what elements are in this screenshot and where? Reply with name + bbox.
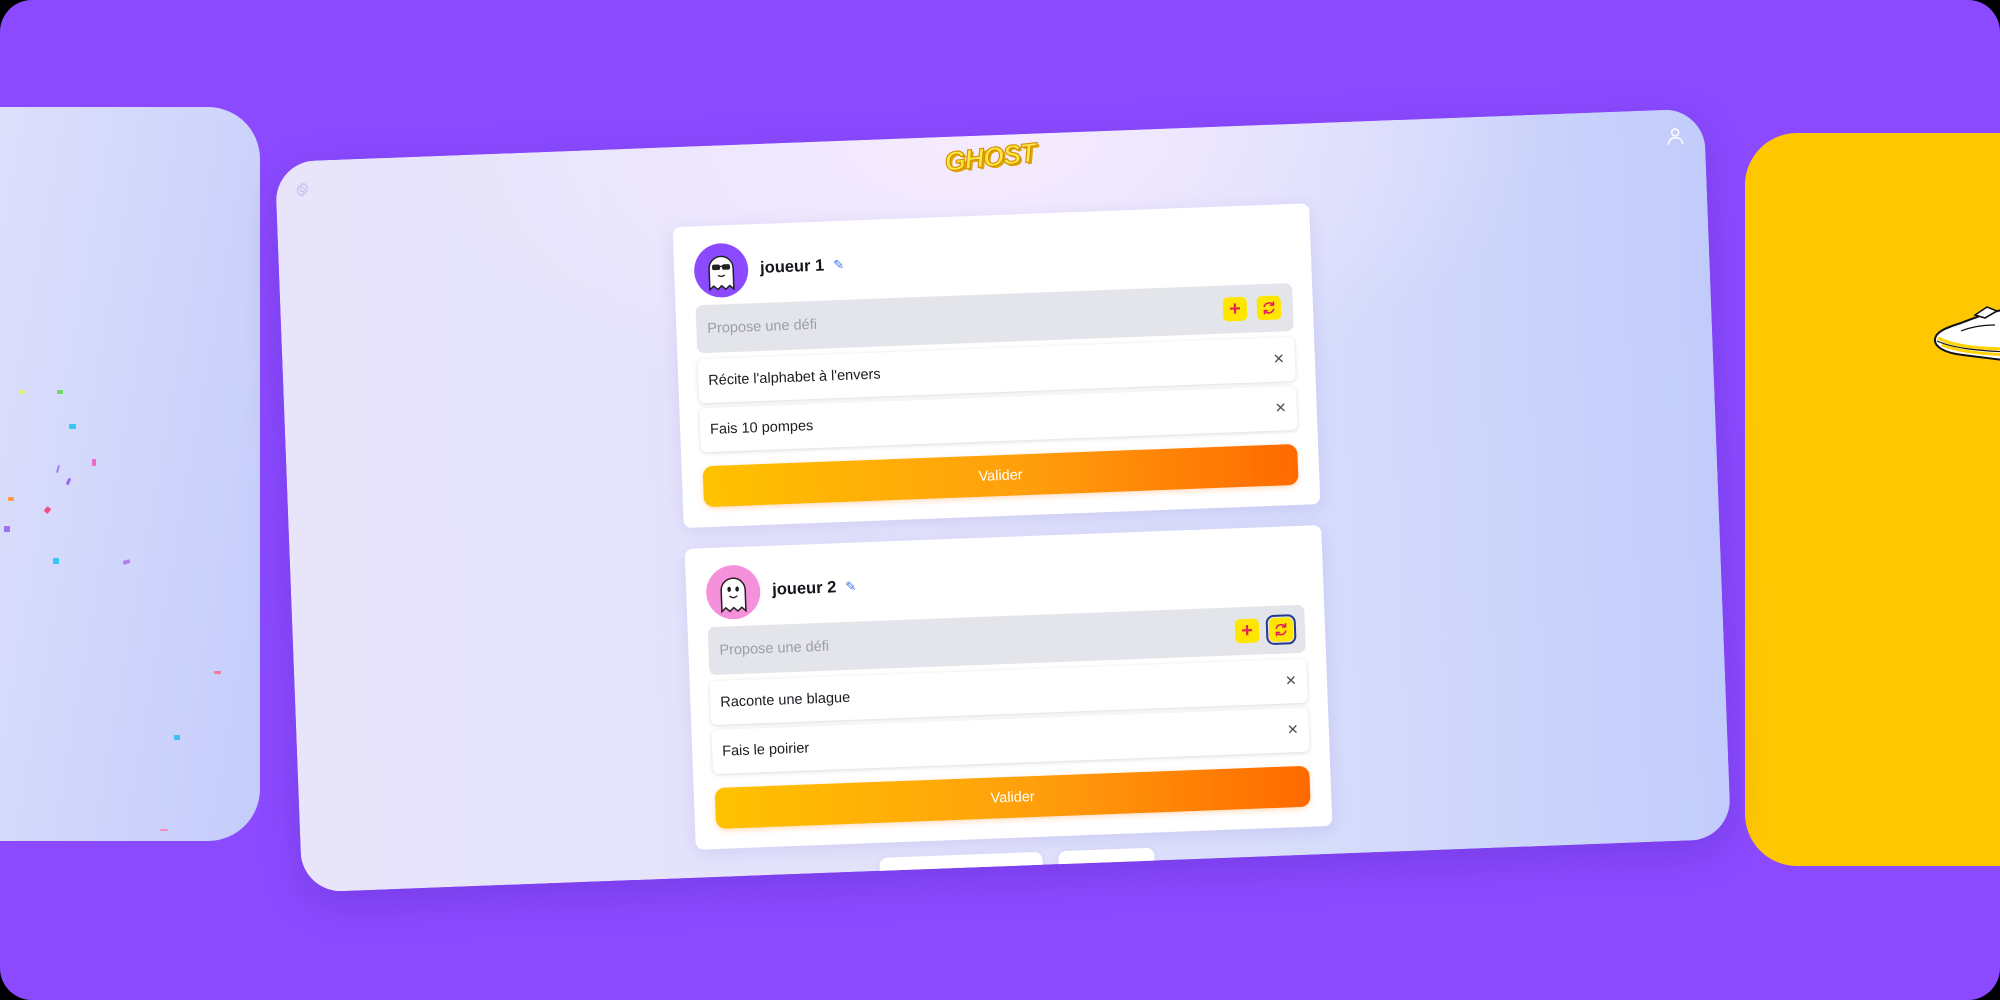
confetti-piece (55, 464, 61, 474)
confetti-piece (214, 671, 221, 674)
confetti-piece (43, 506, 52, 514)
confetti-piece (8, 497, 14, 501)
plus-icon: + (1228, 297, 1242, 321)
close-icon[interactable]: ✕ (1281, 671, 1302, 692)
main-screen-card: GHOST joueur 1 ✎ Propose une défi + Réci… (274, 108, 1732, 893)
ghost-sunglasses-icon (708, 255, 735, 292)
refresh-icon (1263, 301, 1275, 315)
confetti-piece (122, 559, 131, 565)
plus-icon: + (1240, 619, 1254, 643)
confetti-piece (92, 459, 96, 466)
challenge-text: Raconte une blague (720, 689, 851, 711)
validate-button[interactable]: Valider (702, 443, 1299, 508)
player-card: joueur 1 ✎ + Récite l'alpha (672, 203, 1321, 528)
add-challenge-button[interactable]: + (1234, 618, 1260, 644)
close-icon[interactable]: ✕ (1270, 398, 1291, 419)
close-icon[interactable]: ✕ (1282, 720, 1303, 741)
player-name-row: joueur 2 ✎ (772, 575, 857, 602)
challenge-text: Fais le poirier (721, 740, 810, 760)
ghost-icon (720, 577, 747, 614)
confetti-piece (4, 526, 10, 532)
random-challenge-button[interactable] (1256, 295, 1282, 321)
player-avatar[interactable] (693, 242, 750, 299)
refresh-icon (1275, 623, 1287, 637)
validate-button[interactable]: Valider (714, 765, 1311, 829)
player-card: joueur 2 ✎ + Raconte une bl (684, 525, 1333, 850)
confetti-piece (57, 390, 63, 394)
user-icon[interactable] (1664, 125, 1686, 147)
confetti-piece (69, 424, 76, 429)
sneaker-illustration (1933, 306, 2000, 361)
footer-button[interactable] (1058, 847, 1156, 884)
confetti-piece (65, 477, 72, 486)
random-challenge-button[interactable] (1265, 614, 1297, 646)
gear-icon[interactable] (294, 181, 312, 199)
challenge-text: Fais 10 pompes (709, 418, 814, 438)
confetti-piece (160, 829, 168, 831)
confetti-piece (53, 558, 59, 564)
close-icon[interactable]: ✕ (1269, 349, 1290, 370)
confetti-piece (174, 735, 180, 740)
app-screen: GHOST joueur 1 ✎ Propose une défi + Réci… (0, 0, 2000, 1000)
player-name-row: joueur 1 ✎ (760, 253, 845, 280)
pencil-icon[interactable]: ✎ (833, 257, 844, 272)
footer-button[interactable] (879, 851, 1044, 890)
player-name: joueur 1 (759, 256, 825, 277)
next-screen-card[interactable] (1745, 133, 2000, 866)
challenge-text: Récite l'alphabet à l'envers (708, 366, 881, 389)
add-challenge-button[interactable]: + (1222, 296, 1248, 322)
previous-screen-card[interactable] (0, 107, 260, 841)
player-name: joueur 2 (771, 577, 837, 599)
confetti-piece (19, 390, 25, 394)
app-logo: GHOST (943, 137, 1038, 178)
pencil-icon[interactable]: ✎ (845, 579, 856, 594)
player-avatar[interactable] (705, 564, 762, 621)
